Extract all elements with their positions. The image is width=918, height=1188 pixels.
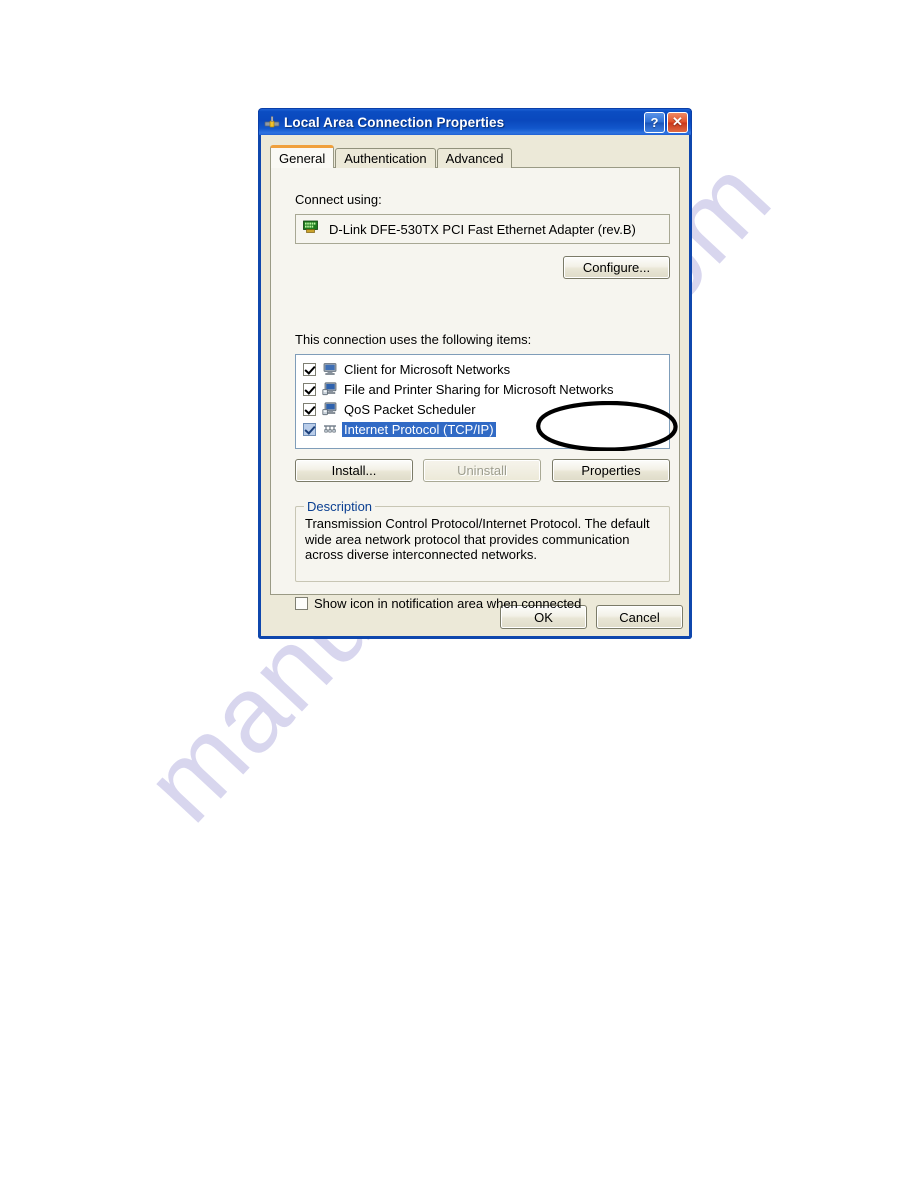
adapter-display-box: D-Link DFE-530TX PCI Fast Ethernet Adapt…: [295, 214, 670, 244]
network-card-icon: [303, 220, 320, 239]
checkbox-label: Show icon in notification area when conn…: [314, 596, 582, 611]
general-tab-panel: Connect using: D-Link DFE-530TX PCI Fast…: [270, 167, 680, 611]
install-button[interactable]: Install...: [295, 459, 413, 482]
cancel-button[interactable]: Cancel: [596, 605, 683, 629]
show-icon-checkbox[interactable]: Show icon in notification area when conn…: [295, 596, 581, 611]
list-item[interactable]: Internet Protocol (TCP/IP): [296, 419, 669, 439]
item-label: QoS Packet Scheduler: [344, 401, 476, 417]
protocol-icon: [322, 421, 338, 437]
description-text: Transmission Control Protocol/Internet P…: [305, 516, 650, 562]
item-label: Internet Protocol (TCP/IP): [342, 421, 496, 437]
tab-strip: General Authentication Advanced: [270, 145, 513, 168]
item-checkbox[interactable]: [303, 402, 316, 416]
item-checkbox[interactable]: [303, 382, 316, 396]
description-group-title: Description: [304, 499, 376, 514]
client-computer-icon: [322, 361, 338, 377]
file-sharing-icon: [322, 381, 338, 397]
dialog-titlebar[interactable]: Local Area Connection Properties ? ✕: [258, 108, 692, 135]
item-checkbox[interactable]: [303, 422, 316, 436]
adapter-name: D-Link DFE-530TX PCI Fast Ethernet Adapt…: [329, 221, 636, 237]
list-item[interactable]: File and Printer Sharing for Microsoft N…: [296, 379, 669, 399]
item-label: Client for Microsoft Networks: [344, 361, 511, 377]
item-checkbox[interactable]: [303, 362, 316, 376]
list-item[interactable]: Client for Microsoft Networks: [296, 359, 669, 379]
close-button[interactable]: ✕: [667, 111, 688, 133]
connect-using-label: Connect using:: [295, 192, 382, 207]
tab-general[interactable]: General: [270, 145, 335, 168]
list-item[interactable]: QoS Packet Scheduler: [296, 399, 669, 419]
tab-advanced[interactable]: Advanced: [436, 148, 513, 168]
configure-button[interactable]: Configure...: [563, 256, 670, 279]
properties-button[interactable]: Properties: [552, 459, 670, 482]
qos-scheduler-icon: [322, 401, 338, 417]
tab-authentication[interactable]: Authentication: [335, 148, 436, 168]
network-connection-icon: [264, 114, 280, 130]
items-label: This connection uses the following items…: [295, 332, 532, 347]
components-listbox[interactable]: Client for Microsoft Networks File and P…: [295, 354, 670, 449]
dialog-title: Local Area Connection Properties: [284, 114, 505, 130]
checkbox-box[interactable]: [295, 597, 308, 610]
local-area-connection-properties-dialog: Local Area Connection Properties ? ✕ Gen…: [258, 108, 692, 639]
titlebar-buttons: ? ✕: [644, 111, 688, 133]
uninstall-button: Uninstall: [423, 459, 541, 482]
item-label: File and Printer Sharing for Microsoft N…: [344, 381, 614, 397]
help-button[interactable]: ?: [644, 111, 665, 133]
